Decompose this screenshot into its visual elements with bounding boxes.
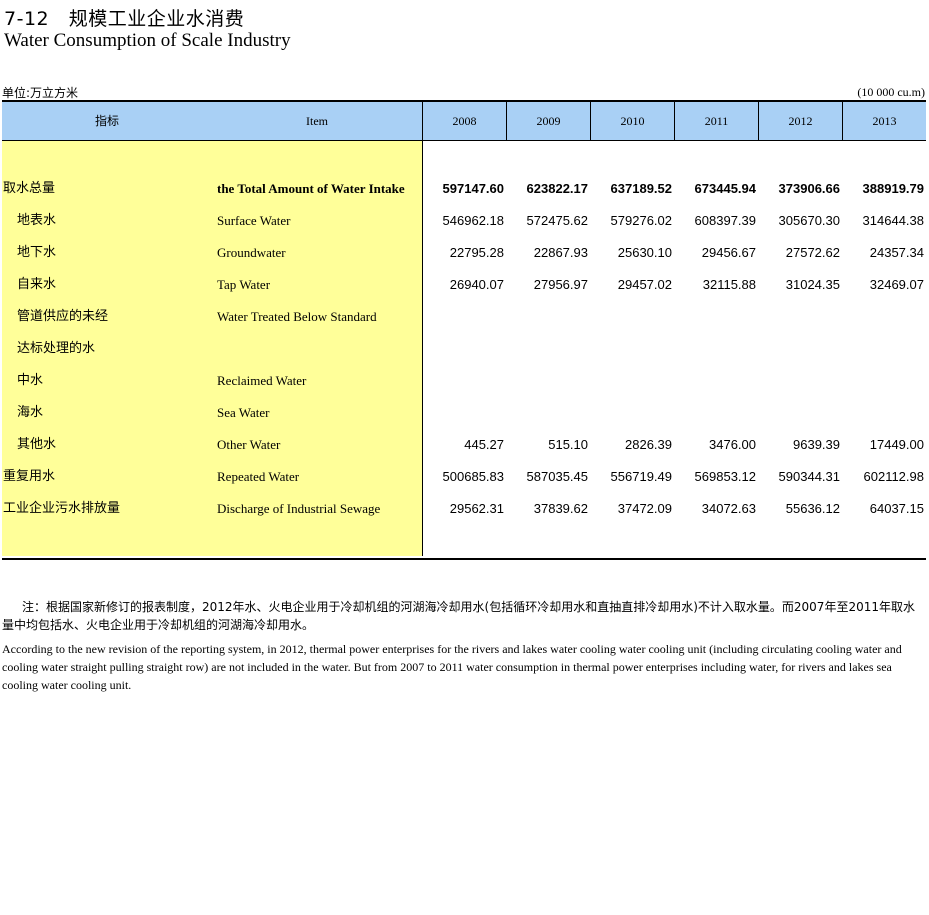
header-year: 2009 xyxy=(536,114,561,128)
row-label-cn: 中水 xyxy=(17,373,44,388)
cell-value: 597147.60 xyxy=(442,181,504,196)
cell-value: 556719.49 xyxy=(610,469,672,484)
row-label-en: Reclaimed Water xyxy=(217,373,307,388)
row-label-cn: 地下水 xyxy=(17,245,57,260)
cell-value: 305670.30 xyxy=(778,213,840,228)
cell-value: 37472.09 xyxy=(617,501,672,516)
row-label-cn: 工业企业污水排放量 xyxy=(3,501,121,516)
table-row: 自来水 Tap Water 26940.07 27956.97 29457.02… xyxy=(2,269,926,301)
cell-value: 32115.88 xyxy=(702,277,756,292)
table-row: 海水 Sea Water xyxy=(2,397,926,429)
cell-value: 37839.62 xyxy=(533,501,588,516)
cell-value: 623822.17 xyxy=(526,181,588,196)
cell-value: 569853.12 xyxy=(694,469,756,484)
cell-value: 27956.97 xyxy=(533,277,588,292)
data-table: 指标 Item 2008 2009 2010 2011 2012 2013 取水… xyxy=(2,100,926,560)
table-row: 取水总量 the Total Amount of Water Intake 59… xyxy=(2,173,926,205)
cell-value: 579276.02 xyxy=(610,213,672,228)
cell-value: 29456.67 xyxy=(701,245,756,260)
page-title-en: Water Consumption of Scale Industry xyxy=(4,30,291,51)
header-year: 2008 xyxy=(452,114,477,128)
cell-value: 637189.52 xyxy=(610,181,672,196)
cell-value: 29562.31 xyxy=(449,501,504,516)
cell-value: 64037.15 xyxy=(869,501,924,516)
cell-value: 500685.83 xyxy=(442,469,504,484)
row-label-cn: 重复用水 xyxy=(3,469,56,484)
cell-value: 608397.39 xyxy=(694,213,756,228)
table-row: 中水 Reclaimed Water xyxy=(2,365,926,397)
cell-value: 34072.63 xyxy=(701,501,756,516)
cell-value: 572475.62 xyxy=(526,213,588,228)
row-label-cn: 海水 xyxy=(17,405,44,420)
header-divider xyxy=(590,102,591,140)
cell-value: 32469.07 xyxy=(869,277,924,292)
row-label-en: Discharge of Industrial Sewage xyxy=(217,501,381,516)
cell-value: 55636.12 xyxy=(785,501,840,516)
table-number: 7-12 xyxy=(4,8,50,30)
table-row: 地表水 Surface Water 546962.18 572475.62 57… xyxy=(2,205,926,237)
cell-value: 373906.66 xyxy=(778,181,840,196)
header-year: 2012 xyxy=(788,114,813,128)
cell-value: 445.27 xyxy=(464,437,504,452)
header-item: Item xyxy=(306,114,328,128)
cell-value: 26940.07 xyxy=(449,277,504,292)
note-en: According to the new revision of the rep… xyxy=(2,642,902,692)
header-year: 2011 xyxy=(704,114,729,128)
cell-value: 24357.34 xyxy=(869,245,924,260)
header-year: 2010 xyxy=(620,114,645,128)
row-label-en: Tap Water xyxy=(217,277,271,292)
row-label-cn: 达标处理的水 xyxy=(17,341,96,356)
cell-value: 22867.93 xyxy=(533,245,588,260)
unit-label-cn: 单位:万立方米 xyxy=(2,86,79,100)
row-label-cn: 地表水 xyxy=(17,213,57,228)
row-label-en: Surface Water xyxy=(217,213,291,228)
row-label-cn: 自来水 xyxy=(17,277,57,292)
header-divider xyxy=(842,102,843,140)
row-label-cn: 取水总量 xyxy=(3,181,56,196)
cell-value: 546962.18 xyxy=(442,213,504,228)
cell-value: 673445.94 xyxy=(694,181,756,196)
header-divider xyxy=(758,102,759,140)
title-cn-text: 规模工业企业水消费 xyxy=(68,8,245,30)
table-row: 达标处理的水 xyxy=(2,333,926,365)
cell-value: 314644.38 xyxy=(862,213,924,228)
table-header: 指标 Item 2008 2009 2010 2011 2012 2013 xyxy=(2,102,926,141)
row-label-en: the Total Amount of Water Intake xyxy=(217,181,405,196)
cell-value: 17449.00 xyxy=(869,437,924,452)
cell-value: 515.10 xyxy=(548,437,588,452)
cell-value: 590344.31 xyxy=(778,469,840,484)
cell-value: 3476.00 xyxy=(709,437,756,452)
cell-value: 29457.02 xyxy=(617,277,672,292)
cell-value: 388919.79 xyxy=(862,181,924,196)
cell-value: 602112.98 xyxy=(863,469,925,484)
table-row: 其他水 Other Water 445.27 515.10 2826.39 34… xyxy=(2,429,926,461)
header-year: 2013 xyxy=(872,114,897,128)
cell-value: 22795.28 xyxy=(449,245,504,260)
row-label-cn: 管道供应的未经 xyxy=(17,309,109,324)
unit-label-en: (10 000 cu.m) xyxy=(857,85,925,99)
cell-value: 2826.39 xyxy=(625,437,672,452)
header-indicator: 指标 xyxy=(94,114,119,128)
table-row: 工业企业污水排放量 Discharge of Industrial Sewage… xyxy=(2,493,926,525)
row-label-en: Other Water xyxy=(217,437,281,452)
row-label-en: Repeated Water xyxy=(217,469,300,484)
row-label-en: Groundwater xyxy=(217,245,286,260)
cell-value: 9639.39 xyxy=(793,437,840,452)
row-label-en: Sea Water xyxy=(217,405,270,420)
table-row: 地下水 Groundwater 22795.28 22867.93 25630.… xyxy=(2,237,926,269)
header-divider xyxy=(674,102,675,140)
note-cn: 注：根据国家新修订的报表制度，2012年水、火电企业用于冷却机组的河湖海冷却用水… xyxy=(2,600,915,632)
row-label-en: Water Treated Below Standard xyxy=(217,309,377,324)
row-label-cn: 其他水 xyxy=(17,437,57,452)
header-divider xyxy=(506,102,507,140)
page-title-cn: 7-12 规模工业企业水消费 xyxy=(4,4,244,31)
table-row: 管道供应的未经 Water Treated Below Standard xyxy=(2,301,926,333)
table-row: 重复用水 Repeated Water 500685.83 587035.45 … xyxy=(2,461,926,493)
cell-value: 31024.35 xyxy=(785,277,840,292)
cell-value: 587035.45 xyxy=(526,469,588,484)
cell-value: 27572.62 xyxy=(785,245,840,260)
cell-value: 25630.10 xyxy=(617,245,672,260)
